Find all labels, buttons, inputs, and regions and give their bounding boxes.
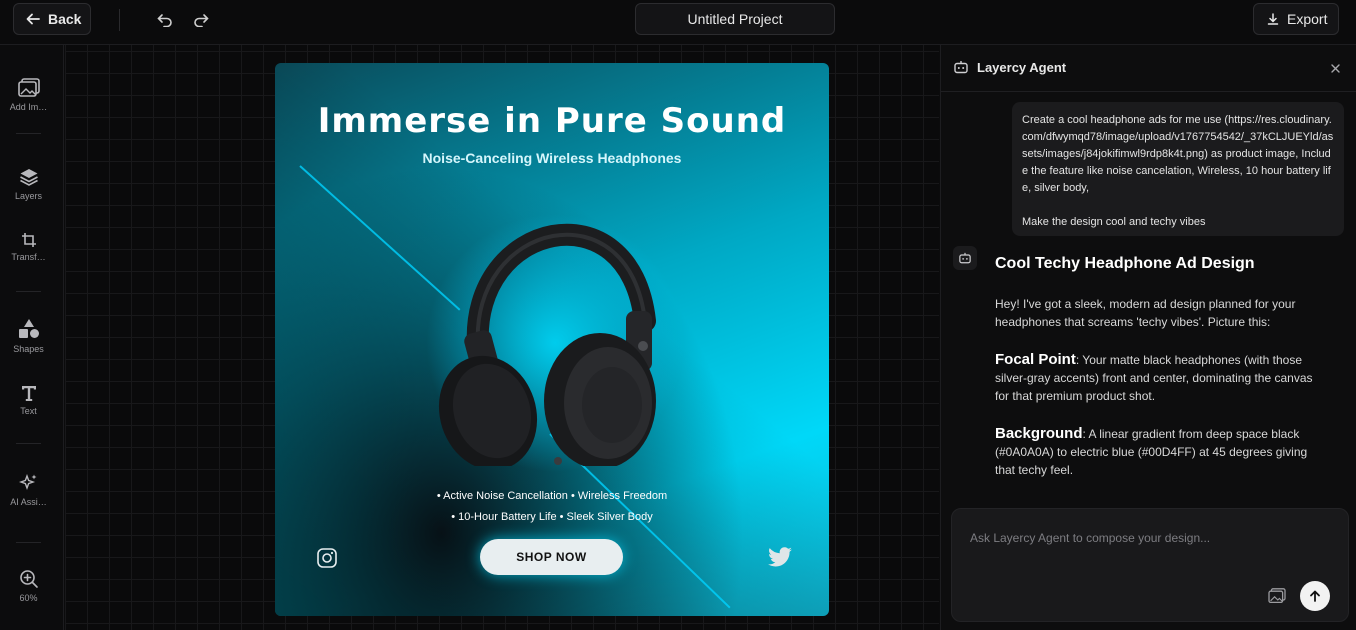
composer[interactable]: Ask Layercy Agent to compose your design…	[951, 508, 1349, 622]
crop-icon	[21, 233, 36, 247]
agent-panel: Layercy Agent Create a cool headphone ad…	[940, 45, 1356, 630]
shop-now-button[interactable]: SHOP NOW	[480, 539, 623, 575]
image-add-icon	[17, 78, 40, 97]
tool-label: AI Assi…	[10, 497, 47, 507]
response-intro: Hey! I've got a sleek, modern ad design …	[995, 297, 1296, 329]
redo-button[interactable]	[190, 9, 212, 31]
bot-icon	[954, 61, 968, 74]
user-message-text: Create a cool headphone ads for me use (…	[1022, 114, 1334, 194]
ad-artboard[interactable]: Immerse in Pure Sound Noise-Canceling Wi…	[275, 63, 829, 616]
zoom-level: 60%	[19, 593, 38, 603]
instagram-icon[interactable]	[317, 548, 337, 568]
twitter-icon[interactable]	[767, 547, 793, 569]
arrow-left-icon	[26, 13, 40, 25]
export-label: Export	[1287, 11, 1328, 27]
tool-add-image[interactable]: Add Im…	[0, 78, 57, 112]
agent-panel-title: Layercy Agent	[977, 60, 1067, 75]
tool-layers[interactable]: Layers	[0, 167, 57, 201]
agent-panel-header: Layercy Agent	[941, 45, 1356, 92]
shapes-icon	[18, 319, 39, 338]
agent-response-viewport: Cool Techy Headphone Ad Design Hey! I've…	[941, 235, 1356, 497]
headphones-image[interactable]	[430, 181, 670, 466]
ad-headline[interactable]: Immerse in Pure Sound	[275, 101, 829, 141]
tool-label: Transf…	[11, 252, 46, 262]
response-background: Background: A linear gradient from deep …	[995, 425, 1325, 479]
left-toolbar: Add Im… Layers Transf… Shapes Text AI As…	[0, 45, 64, 630]
text-icon	[21, 386, 36, 401]
tool-label: Shapes	[13, 344, 44, 354]
tool-label: Text	[20, 406, 37, 416]
download-icon	[1267, 13, 1279, 25]
tool-ai-assistant[interactable]: AI Assi…	[0, 473, 57, 507]
user-message: Create a cool headphone ads for me use (…	[1012, 102, 1344, 236]
feature-line: • 10-Hour Battery Life • Sleek Silver Bo…	[451, 511, 653, 523]
divider	[16, 443, 41, 444]
back-label: Back	[48, 11, 82, 27]
response-title: Cool Techy Headphone Ad Design	[995, 255, 1255, 272]
tool-label: Layers	[14, 191, 42, 201]
user-message-text: Make the design cool and techy vibes	[1022, 216, 1206, 228]
top-bar: Back Untitled Project Export	[0, 0, 1356, 40]
sparkles-icon	[18, 473, 36, 491]
feature-line: • Active Noise Cancellation • Wireless F…	[436, 490, 668, 502]
agent-response: Cool Techy Headphone Ad Design Hey! I've…	[995, 255, 1325, 497]
ad-subheadline[interactable]: Noise-Canceling Wireless Headphones	[275, 150, 829, 166]
background-label: Background	[995, 425, 1083, 442]
close-icon[interactable]	[1331, 64, 1340, 73]
undo-button[interactable]	[154, 9, 176, 31]
tool-label: Add Im…	[9, 102, 48, 112]
arrow-up-icon	[1310, 590, 1320, 602]
tool-transform[interactable]: Transf…	[0, 232, 57, 262]
project-title[interactable]: Untitled Project	[635, 3, 835, 35]
zoom-in-icon	[19, 570, 38, 588]
composer-input[interactable]: Ask Layercy Agent to compose your design…	[970, 531, 1210, 545]
tool-shapes[interactable]: Shapes	[0, 318, 57, 354]
divider	[119, 9, 120, 31]
feature-list: • Active Noise Cancellation • Wireless F…	[275, 486, 829, 528]
undo-icon	[157, 14, 172, 27]
response-focal-point: Focal Point: Your matte black headphones…	[995, 351, 1325, 405]
export-button[interactable]: Export	[1253, 3, 1339, 35]
focal-label: Focal Point	[995, 351, 1076, 368]
back-button[interactable]: Back	[13, 3, 91, 35]
tool-text[interactable]: Text	[0, 384, 57, 416]
layers-icon	[19, 169, 38, 186]
divider	[16, 133, 41, 134]
divider	[16, 291, 41, 292]
attach-image-icon[interactable]	[1268, 588, 1286, 604]
redo-icon	[194, 14, 209, 27]
divider	[16, 542, 41, 543]
zoom-control[interactable]: 60%	[0, 569, 57, 603]
send-button[interactable]	[1300, 581, 1330, 611]
